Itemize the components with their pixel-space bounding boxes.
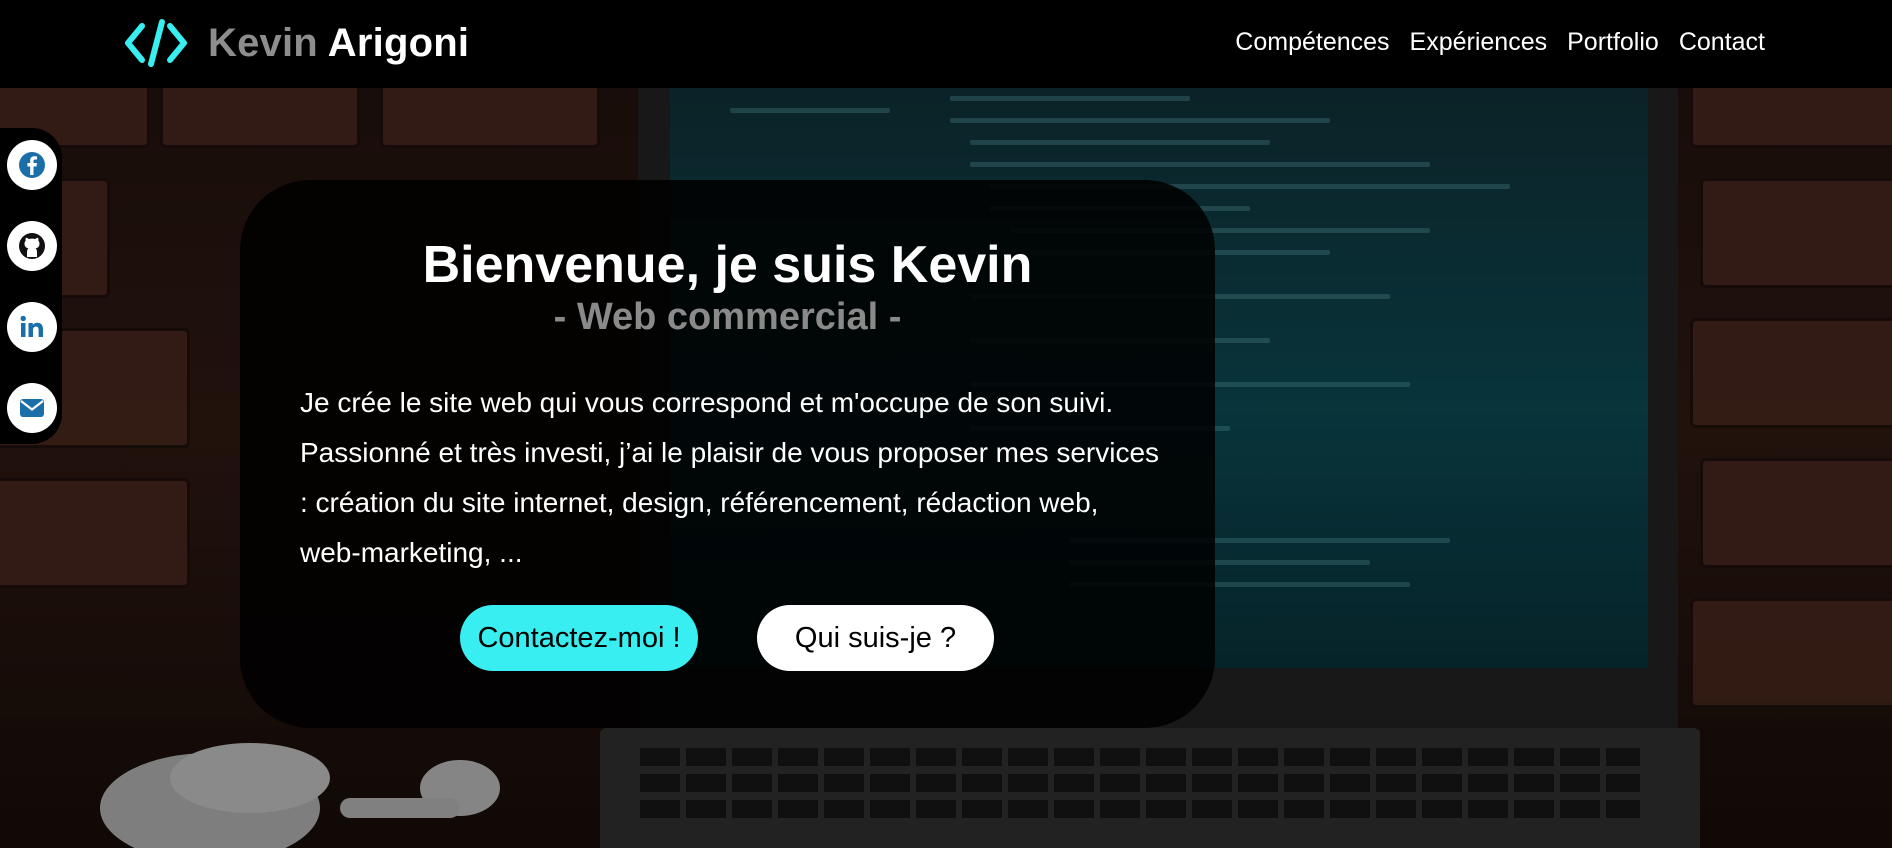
linkedin-link[interactable]: [7, 302, 57, 352]
logo-last-name: Arigoni: [327, 20, 470, 65]
nav-portfolio[interactable]: Portfolio: [1567, 28, 1659, 57]
facebook-link[interactable]: [7, 140, 57, 190]
hero-description: Je crée le site web qui vous correspond …: [300, 387, 1160, 568]
email-icon: [20, 399, 44, 417]
logo-text: Kevin Arigoni: [208, 21, 469, 66]
nav-contact[interactable]: Contact: [1679, 28, 1765, 57]
logo-first-name: Kevin: [208, 20, 318, 65]
github-link[interactable]: [7, 221, 57, 271]
site-header: Kevin Arigoni Compétences Expériences Po…: [0, 0, 1892, 88]
about-me-button[interactable]: Qui suis-je ?: [757, 605, 994, 671]
nav-competences[interactable]: Compétences: [1235, 28, 1389, 57]
contact-me-button[interactable]: Contactez-moi !: [460, 605, 698, 671]
linkedin-icon: [20, 315, 43, 337]
code-brackets-icon: [125, 19, 187, 67]
main-nav: Compétences Expériences Portfolio Contac…: [1235, 28, 1765, 57]
facebook-icon: [19, 152, 45, 178]
github-icon: [19, 233, 45, 259]
logo[interactable]: Kevin Arigoni: [124, 18, 469, 68]
social-sidebar: [0, 128, 62, 444]
hero-title: Bienvenue, je suis Kevin: [422, 236, 1033, 294]
hero-subtitle: - Web commercial -: [553, 296, 902, 338]
hero-card: Bienvenue, je suis Kevin - Web commercia…: [240, 180, 1215, 728]
nav-experiences[interactable]: Expériences: [1410, 28, 1548, 57]
email-link[interactable]: [7, 383, 57, 433]
